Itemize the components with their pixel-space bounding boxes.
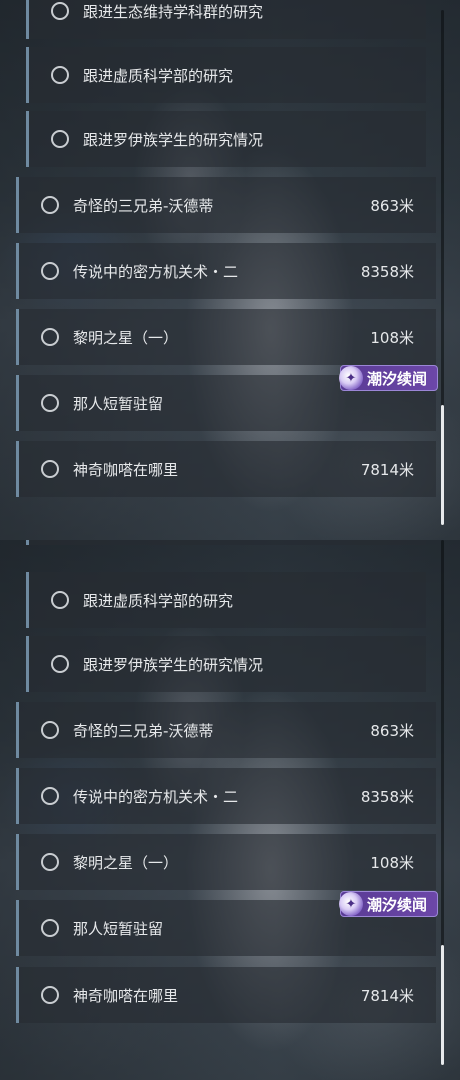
quest-item[interactable]: 黎明之星（一） 108米 (16, 834, 436, 890)
quest-subitem-label: 跟进罗伊族学生的研究情况 (83, 130, 264, 149)
circle-status-icon (41, 986, 59, 1004)
quest-item[interactable]: 传说中的密方机关术・二 8358米 (16, 243, 436, 299)
quest-item[interactable]: 神奇咖嗒在哪里 7814米 (16, 967, 436, 1023)
quest-subitem-partial[interactable] (26, 540, 426, 545)
circle-status-icon (41, 328, 59, 346)
quest-distance: 108米 (370, 328, 414, 347)
quest-subitem[interactable]: 跟进罗伊族学生的研究情况 (26, 636, 426, 692)
quest-distance: 863米 (370, 196, 414, 215)
scrollbar-thumb[interactable] (441, 405, 444, 525)
quest-subitem-label: 跟进生态维持学科群的研究 (83, 2, 264, 21)
quest-item-label: 那人短暂驻留 (73, 394, 164, 413)
quest-list-panel-bottom: 跟进虚质科学部的研究 跟进罗伊族学生的研究情况 奇怪的三兄弟-沃德蒂 863米 … (0, 540, 460, 1080)
quest-list-panel-top: 跟进生态维持学科群的研究 跟进虚质科学部的研究 跟进罗伊族学生的研究情况 奇怪的… (0, 0, 460, 540)
quest-item-label: 奇怪的三兄弟-沃德蒂 (73, 196, 214, 215)
badge-label: 潮汐续闻 (367, 369, 428, 388)
quest-distance: 863米 (370, 721, 414, 740)
quest-subitem[interactable]: 跟进虚质科学部的研究 (26, 572, 426, 628)
circle-status-icon (41, 787, 59, 805)
quest-item-label: 奇怪的三兄弟-沃德蒂 (73, 721, 214, 740)
circle-status-icon (41, 853, 59, 871)
tide-story-badge[interactable]: ✦ 潮汐续闻 (339, 365, 438, 391)
tide-feather-icon: ✦ (339, 366, 363, 390)
quest-item[interactable]: 传说中的密方机关术・二 8358米 (16, 768, 436, 824)
tide-story-badge[interactable]: ✦ 潮汐续闻 (339, 891, 438, 917)
circle-status-icon (41, 919, 59, 937)
quest-item-label: 黎明之星（一） (73, 328, 179, 347)
circle-status-icon (41, 262, 59, 280)
badge-label: 潮汐续闻 (367, 895, 428, 914)
quest-item-label: 神奇咖嗒在哪里 (73, 986, 179, 1005)
circle-status-icon (41, 394, 59, 412)
quest-item-label: 传说中的密方机关术・二 (73, 787, 239, 806)
quest-distance: 7814米 (360, 460, 414, 479)
quest-subitem[interactable]: 跟进生态维持学科群的研究 (26, 0, 426, 39)
quest-item-label: 黎明之星（一） (73, 853, 179, 872)
quest-item-label: 那人短暂驻留 (73, 919, 164, 938)
circle-status-icon (51, 655, 69, 673)
quest-subitem-label: 跟进罗伊族学生的研究情况 (83, 655, 264, 674)
quest-item[interactable]: 黎明之星（一） 108米 (16, 309, 436, 365)
quest-item[interactable]: 奇怪的三兄弟-沃德蒂 863米 (16, 177, 436, 233)
circle-status-icon (51, 130, 69, 148)
circle-status-icon (41, 460, 59, 478)
quest-distance: 7814米 (360, 986, 414, 1005)
quest-distance: 108米 (370, 853, 414, 872)
circle-status-icon (51, 2, 69, 20)
circle-status-icon (51, 591, 69, 609)
quest-subitem-label: 跟进虚质科学部的研究 (83, 591, 234, 610)
tide-feather-icon: ✦ (339, 892, 363, 916)
circle-status-icon (41, 196, 59, 214)
quest-item-label: 神奇咖嗒在哪里 (73, 460, 179, 479)
quest-subitem[interactable]: 跟进罗伊族学生的研究情况 (26, 111, 426, 167)
scrollbar-thumb[interactable] (441, 945, 444, 1065)
circle-status-icon (41, 721, 59, 739)
quest-item[interactable]: 奇怪的三兄弟-沃德蒂 863米 (16, 702, 436, 758)
quest-subitem[interactable]: 跟进虚质科学部的研究 (26, 47, 426, 103)
quest-item-label: 传说中的密方机关术・二 (73, 262, 239, 281)
quest-item[interactable]: 神奇咖嗒在哪里 7814米 (16, 441, 436, 497)
quest-subitem-label: 跟进虚质科学部的研究 (83, 66, 234, 85)
quest-distance: 8358米 (360, 787, 414, 806)
circle-status-icon (51, 66, 69, 84)
quest-distance: 8358米 (360, 262, 414, 281)
